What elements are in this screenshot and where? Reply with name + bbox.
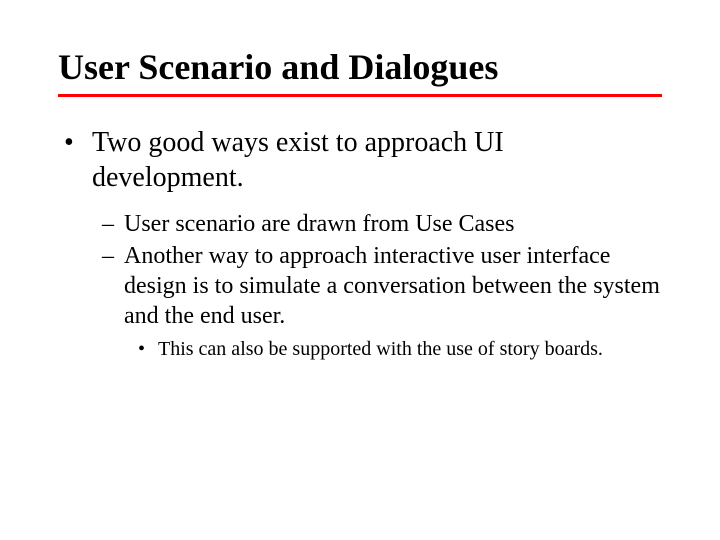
bullet-level3-text: This can also be supported with the use … xyxy=(158,338,603,360)
bullet-level2-text: Another way to approach interactive user… xyxy=(124,243,660,329)
bullet-level3: • This can also be supported with the us… xyxy=(58,337,662,362)
bullet-level1: • Two good ways exist to approach UI dev… xyxy=(58,125,662,195)
dash-icon: – xyxy=(102,241,114,271)
bullet-level2: – Another way to approach interactive us… xyxy=(58,241,662,331)
slide-title: User Scenario and Dialogues xyxy=(58,48,662,88)
dash-icon: – xyxy=(102,209,114,239)
slide: User Scenario and Dialogues • Two good w… xyxy=(0,0,720,362)
title-underline xyxy=(58,94,662,97)
bullet-level1-text: Two good ways exist to approach UI devel… xyxy=(92,127,504,193)
bullet-level2: – User scenario are drawn from Use Cases xyxy=(58,209,662,239)
bullet-level2-text: User scenario are drawn from Use Cases xyxy=(124,211,515,237)
bullet-icon: • xyxy=(64,125,74,160)
bullet-icon: • xyxy=(138,337,145,362)
